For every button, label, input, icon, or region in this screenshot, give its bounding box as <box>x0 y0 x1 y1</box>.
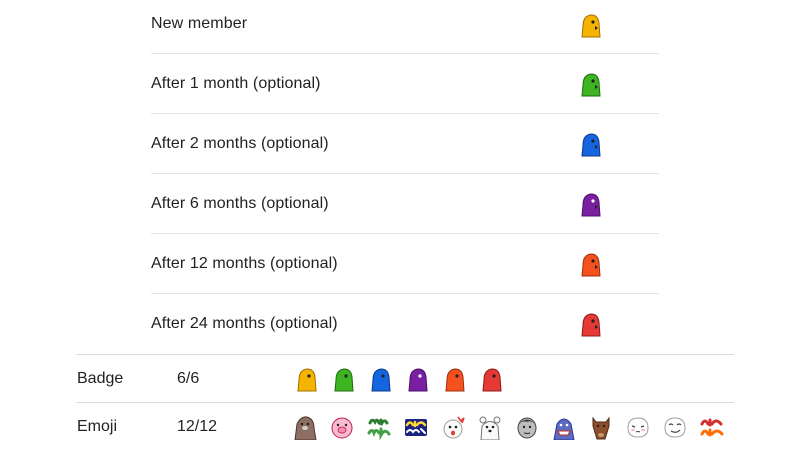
badge-summary-row: Badge 6/6 <box>76 354 734 402</box>
emoji-summary-label: Emoji <box>77 417 118 435</box>
tier-label: After 24 months (optional) <box>151 315 338 332</box>
tier-label: New member <box>151 15 248 32</box>
bird-badge-yellow-icon <box>297 367 317 391</box>
tier-row-new-member: New member <box>151 0 659 54</box>
badge-count: 6/6 <box>177 369 200 387</box>
tier-label: After 12 months (optional) <box>151 254 338 272</box>
bird-badge-blue-icon <box>371 367 391 391</box>
tier-label: After 6 months (optional) <box>151 194 329 212</box>
bird-badge-yellow-icon[interactable] <box>577 12 603 38</box>
bird-badge-orange-icon <box>445 367 465 391</box>
bird-badge-blue-icon[interactable] <box>577 131 603 157</box>
bird-badge-red-icon[interactable] <box>577 311 603 337</box>
emoji-icon-list <box>292 414 725 440</box>
tier-row-6-months: After 6 months (optional) <box>151 174 659 234</box>
membership-tier-list: New member After 1 month (optional) Afte… <box>151 0 659 354</box>
shark-emoji-icon <box>553 418 575 440</box>
bird-badge-green-icon[interactable] <box>577 71 603 97</box>
blushing-face-emoji-icon <box>627 416 649 438</box>
badge-summary-label: Badge <box>77 369 124 387</box>
bird-badge-orange-icon[interactable] <box>577 251 603 277</box>
tier-row-24-months: After 24 months (optional) <box>151 294 659 354</box>
bird-badge-green-icon <box>334 367 354 391</box>
red-thai-text-emoji-icon <box>700 418 724 436</box>
emoji-count: 12/12 <box>177 417 218 435</box>
tier-row-1-month: After 1 month (optional) <box>151 54 659 114</box>
smirk-face-emoji-icon <box>664 416 686 438</box>
otter-emoji-icon <box>294 415 317 440</box>
summary-table: Badge 6/6 Emoji 12/12 <box>76 354 734 450</box>
emoji-summary-row: Emoji 12/12 <box>76 402 734 450</box>
bird-badge-purple-icon[interactable] <box>577 191 603 217</box>
tier-row-2-months: After 2 months (optional) <box>151 114 659 174</box>
bird-badge-red-icon <box>482 367 502 391</box>
man-face-emoji-icon <box>517 417 537 438</box>
tier-label: After 1 month (optional) <box>151 74 321 92</box>
tier-label: After 2 months (optional) <box>151 134 329 152</box>
blue-yellow-thai-text-emoji-icon <box>405 418 427 436</box>
badge-icon-list <box>293 366 504 392</box>
polar-bear-emoji-icon <box>479 416 501 440</box>
bird-badge-purple-icon <box>408 367 428 391</box>
pig-emoji-icon <box>331 417 353 438</box>
shocked-face-emoji-icon <box>443 416 465 438</box>
green-thai-text-emoji-icon <box>367 418 391 440</box>
tier-row-12-months: After 12 months (optional) <box>151 234 659 294</box>
horse-emoji-icon <box>592 416 610 439</box>
